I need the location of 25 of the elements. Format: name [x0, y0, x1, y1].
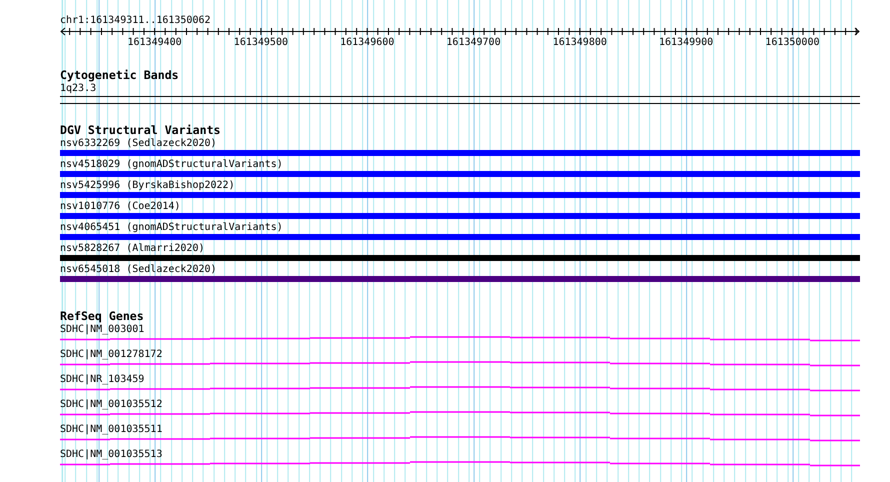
- gene-label: SDHC|NM_001278172: [60, 349, 162, 361]
- variant-label: nsv4518029 (gnomADStructuralVariants): [60, 159, 283, 171]
- tick-label: 161349500: [234, 37, 288, 49]
- tick-label: 161349800: [552, 37, 607, 49]
- variant-label: nsv4065451 (gnomADStructuralVariants): [60, 222, 283, 234]
- gene-label: SDHC|NM_003001: [60, 324, 144, 336]
- gene-label: SDHC|NR_103459: [60, 374, 144, 386]
- track-title: Cytogenetic Bands: [60, 69, 179, 81]
- track-title: RefSeq Genes: [60, 310, 144, 322]
- location-label: chr1:161349311..161350062: [60, 15, 211, 27]
- gene-label: SDHC|NM_001035511: [60, 424, 162, 436]
- tick-label: 161349400: [128, 37, 182, 49]
- tick-label: 161349600: [340, 37, 394, 49]
- variant-label: nsv5828267 (Almarri2020): [60, 243, 204, 255]
- tick-label: 161349700: [446, 37, 501, 49]
- gene-label: SDHC|NM_001035512: [60, 399, 162, 411]
- tick-label: 161350000: [765, 37, 820, 49]
- tick-label: 161349900: [659, 37, 714, 49]
- variant-label: nsv1010776 (Coe2014): [60, 201, 180, 213]
- band-label: 1q23.3: [60, 83, 96, 95]
- gene-label: SDHC|NM_001035513: [60, 449, 162, 461]
- variant-label: nsv5425996 (ByrskaBishop2022): [60, 180, 235, 192]
- variant-label: nsv6545018 (Sedlazeck2020): [60, 264, 217, 276]
- track-title: DGV Structural Variants: [60, 124, 221, 136]
- variant-label: nsv6332269 (Sedlazeck2020): [60, 138, 217, 150]
